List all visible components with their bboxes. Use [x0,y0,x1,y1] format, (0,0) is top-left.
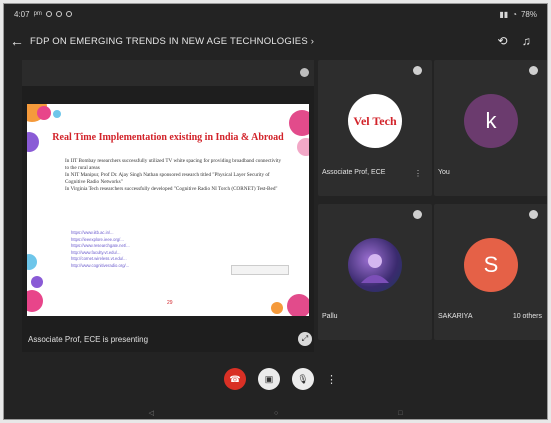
meet-screen: 4:07 pm ▮▮ ◔ 78% ← FDP ON EMERGING TREND… [3,3,548,420]
profile-image-icon [361,254,389,283]
participant-name: Associate Prof, ECE [322,169,386,176]
switch-camera-icon[interactable]: ⟲ [498,34,508,48]
wifi-icon: ◔ [512,9,517,19]
status-left: 4:07 pm [14,10,72,19]
participant-tile[interactable]: Pallu [318,204,432,340]
notification-icon [45,11,52,17]
decorative-circle [271,302,283,314]
decorative-circle [287,294,309,316]
mic-toggle-button[interactable]: 🎙 [292,368,314,390]
system-nav-bar: ◁ ○ □ [4,407,547,419]
status-time-suffix: pm [33,11,42,17]
signal-icon: ▮▮ [499,9,509,19]
mic-status-icon [413,66,422,75]
slide-link: http://www.cognitiveradio.org/... [71,262,130,268]
meeting-title[interactable]: FDP ON EMERGING TRENDS IN NEW AGE TECHNO… [30,36,498,47]
decorative-circle [37,106,51,120]
slide-title: Real Time Implementation existing in Ind… [52,132,284,143]
call-controls: ☎ ▣ 🎙 ⋮ [224,368,337,390]
pin-icon[interactable] [300,68,309,77]
meeting-header: ← FDP ON EMERGING TRENDS IN NEW AGE TECH… [4,26,547,56]
status-bar: 4:07 pm ▮▮ ◔ 78% [4,4,547,24]
nav-back-icon[interactable]: ◁ [149,409,154,417]
end-call-button[interactable]: ☎ [224,368,246,390]
slide-paragraph: In IIT Bombay researchers successfully u… [65,158,282,171]
camera-off-icon: ▣ [264,373,274,384]
slide-toolbar-overlay [231,265,289,275]
participant-name: SAKARIYA [438,313,473,320]
stage-topbar [22,60,314,86]
participant-tile[interactable]: S SAKARIYA 10 others [434,204,547,340]
presenter-label: Associate Prof, ECE is presenting [28,335,149,344]
camera-toggle-button[interactable]: ▣ [258,368,280,390]
avatar-text: S [483,252,499,277]
battery-percent: 78% [520,9,537,19]
avatar: k [464,94,518,148]
participant-name: You [438,169,450,176]
slide-page-number: 29 [167,300,173,306]
notification-icon [55,11,62,17]
decorative-circle [27,254,37,270]
more-vertical-icon[interactable]: ⋮ [414,169,422,178]
slide-body: In IIT Bombay researchers successfully u… [65,158,285,193]
mic-off-icon: 🎙 [297,373,309,384]
others-count[interactable]: 10 others [513,313,542,320]
chevron-right-icon: › [310,35,315,47]
decorative-circle [31,276,43,288]
speaker-icon[interactable]: ♫ [522,34,531,48]
avatar-text: Vel Tech [353,113,397,128]
nav-recents-icon[interactable]: □ [398,410,402,417]
more-options-icon[interactable]: ⋮ [326,373,337,386]
back-arrow-icon[interactable]: ← [4,33,30,49]
notification-icon [65,11,72,17]
presentation-slide: Real Time Implementation existing in Ind… [27,104,309,316]
mic-status-icon [413,210,422,219]
status-right: ▮▮ ◔ 78% [499,10,537,19]
mic-status-icon [529,210,538,219]
participant-tile[interactable]: Vel Tech Associate Prof, ECE ⋮ [318,60,432,196]
nav-home-icon[interactable]: ○ [274,410,278,417]
slide-paragraph: In Virginia Tech researchers successfull… [65,186,278,192]
mic-status-icon [529,66,538,75]
avatar: S [464,238,518,292]
decorative-circle [53,110,61,118]
avatar-text: k [485,108,497,133]
phone-hangup-icon: ☎ [229,373,241,384]
avatar: Vel Tech [348,94,402,148]
decorative-circle [27,290,43,312]
slide-paragraph: In NIT Manipur, Prof Dr. Ajay Singh Nath… [65,172,270,185]
meeting-title-text: FDP ON EMERGING TRENDS IN NEW AGE TECHNO… [30,35,308,47]
participant-tile[interactable]: k You [434,60,547,196]
header-actions: ⟲ ♫ [498,34,547,48]
presentation-stage: Real Time Implementation existing in Ind… [22,60,314,352]
slide-links: https://www.iitb.ac.in/... https://ieeex… [71,230,251,269]
avatar [348,238,402,292]
expand-icon[interactable]: ⤢ [298,332,312,346]
status-time: 4:07 [14,9,30,19]
participant-name: Pallu [322,313,338,320]
